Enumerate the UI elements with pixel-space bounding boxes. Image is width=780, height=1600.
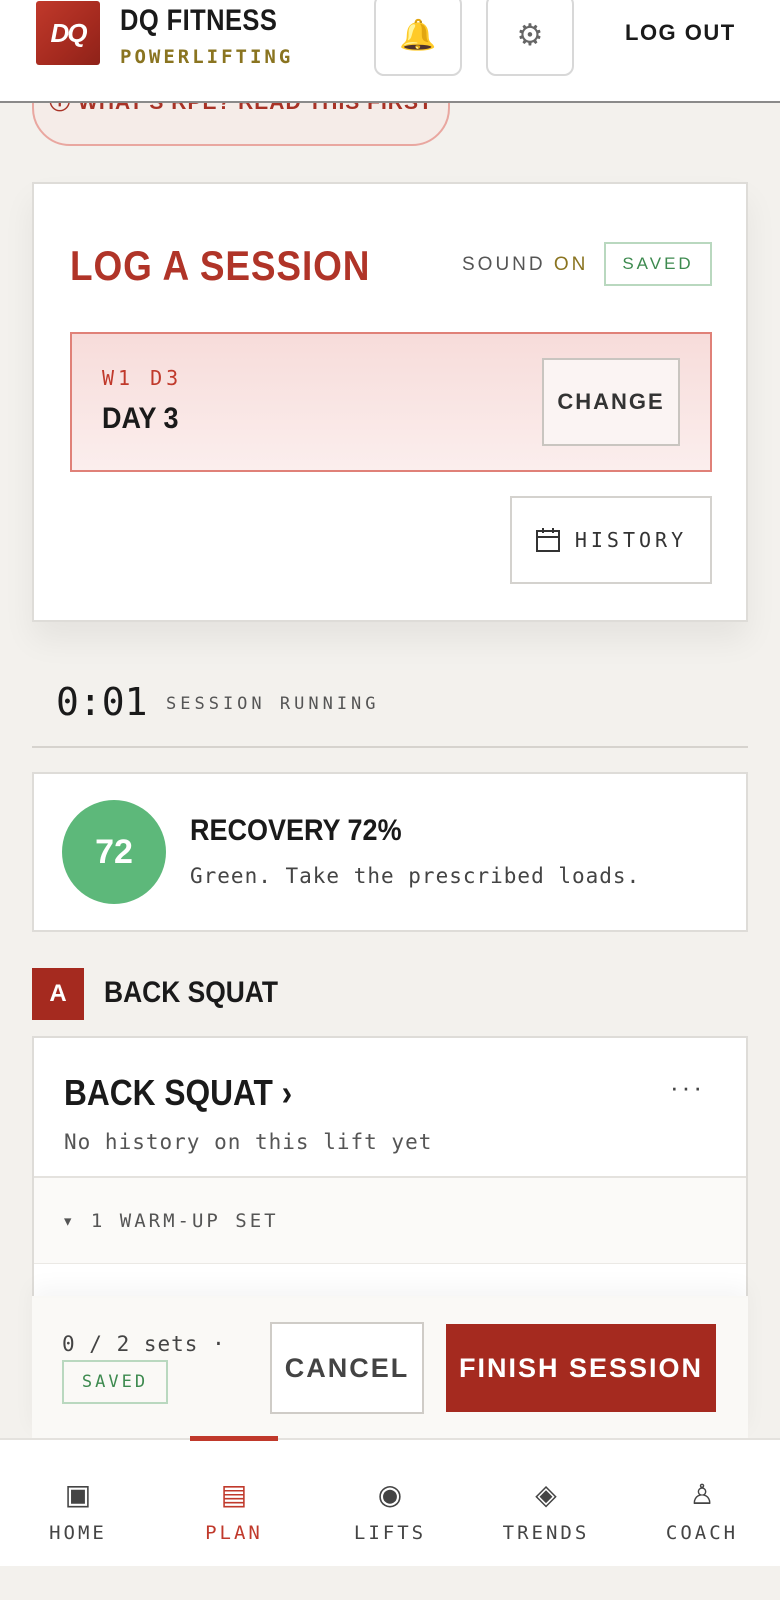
- change-day-button[interactable]: CHANGE: [542, 358, 680, 446]
- bell-icon: 🔔: [399, 18, 437, 52]
- divider: [32, 746, 748, 748]
- exercise-letter-badge: A: [32, 968, 84, 1020]
- day-code: W1 D3: [102, 366, 183, 390]
- calendar-icon: [535, 528, 560, 552]
- notifications-button[interactable]: 🔔: [374, 0, 462, 76]
- session-action-bar: 0 / 2 sets · SAVED CANCEL FINISH SESSION: [32, 1296, 748, 1438]
- warmup-toggle[interactable]: ▾ 1 WARM-UP SET: [34, 1176, 746, 1264]
- nav-trends[interactable]: ◈ TRENDS: [468, 1440, 624, 1566]
- saved-badge: SAVED: [604, 242, 712, 286]
- brand-name: DQ FITNESS: [120, 4, 278, 37]
- exercise-title-link[interactable]: BACK SQUAT ›: [64, 1072, 292, 1114]
- nav-plan[interactable]: ▤ PLAN: [156, 1440, 312, 1566]
- recovery-card: 72 RECOVERY 72% Green. Take the prescrib…: [32, 772, 748, 932]
- dq-logo[interactable]: DQ: [36, 1, 100, 65]
- more-options-icon[interactable]: ···: [670, 1072, 705, 1103]
- logout-button[interactable]: LOG OUT: [625, 20, 736, 46]
- sound-value: ON: [553, 254, 589, 275]
- nav-label: HOME: [49, 1522, 107, 1544]
- session-status: SESSION RUNNING: [166, 694, 380, 714]
- exercise-subtitle: No history on this lift yet: [64, 1130, 433, 1154]
- exercise-card: BACK SQUAT › ··· No history on this lift…: [32, 1036, 748, 1298]
- session-title: LOG A SESSION: [70, 242, 371, 289]
- day-name: DAY 3: [102, 402, 179, 435]
- bottom-nav: ▣ HOME ▤ PLAN ◉ LIFTS ◈ TRENDS ♙ COACH: [0, 1438, 780, 1566]
- brand-subtitle: POWERLIFTING: [120, 46, 294, 68]
- log-session-card: LOG A SESSION SOUND ON SAVED W1 D3 DAY 3…: [32, 182, 748, 622]
- recovery-title: RECOVERY 72%: [190, 814, 402, 847]
- nav-lifts[interactable]: ◉ LIFTS: [312, 1440, 468, 1566]
- nav-label: PLAN: [205, 1522, 263, 1544]
- lifts-icon: ◉: [377, 1479, 403, 1510]
- sound-label: SOUND: [462, 254, 546, 275]
- sets-progress: 0 / 2 sets ·: [62, 1332, 226, 1356]
- nav-home[interactable]: ▣ HOME: [0, 1440, 156, 1566]
- history-label: HISTORY: [574, 528, 688, 552]
- history-button[interactable]: HISTORY: [510, 496, 712, 584]
- gear-icon: ⚙: [516, 18, 544, 52]
- coach-icon: ♙: [689, 1479, 715, 1510]
- session-timer: 0:01: [56, 680, 148, 724]
- settings-button[interactable]: ⚙: [486, 0, 574, 76]
- nav-label: COACH: [665, 1522, 739, 1544]
- cancel-button[interactable]: CANCEL: [270, 1322, 424, 1414]
- recovery-message: Green. Take the prescribed loads.: [190, 864, 641, 888]
- exercise-heading: BACK SQUAT: [104, 976, 279, 1009]
- plan-icon: ▤: [220, 1479, 248, 1510]
- nav-label: TRENDS: [502, 1522, 590, 1544]
- recovery-score-circle: 72: [62, 800, 166, 904]
- finish-session-button[interactable]: FINISH SESSION: [446, 1324, 716, 1412]
- nav-label: LIFTS: [353, 1522, 427, 1544]
- home-icon: ▣: [64, 1479, 92, 1510]
- saved-badge-small: SAVED: [62, 1360, 168, 1404]
- nav-coach[interactable]: ♙ COACH: [624, 1440, 780, 1566]
- sound-toggle[interactable]: SOUND ON: [462, 254, 588, 276]
- selected-day-box: W1 D3 DAY 3 CHANGE: [70, 332, 712, 472]
- app-header: DQ DQ FITNESS POWERLIFTING 🔔 ⚙ LOG OUT: [0, 0, 780, 103]
- warmup-label: ▾ 1 WARM-UP SET: [62, 1210, 279, 1232]
- trends-icon: ◈: [535, 1479, 557, 1510]
